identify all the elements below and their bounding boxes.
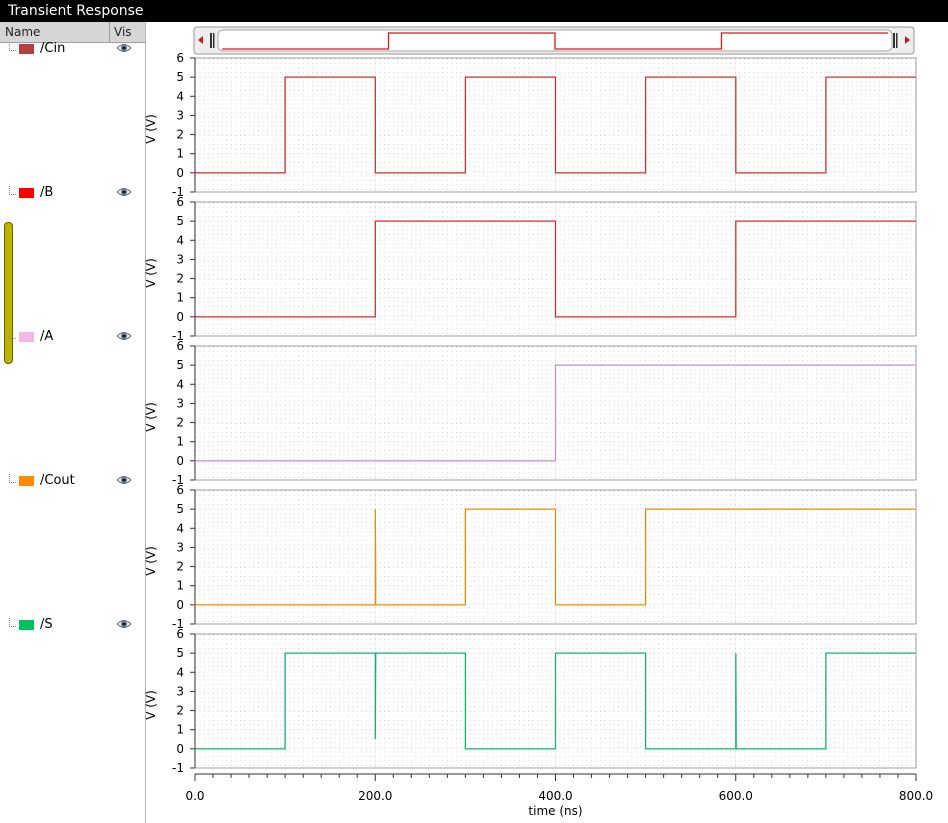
y-tick-label: -1 <box>172 761 184 775</box>
left-handle-bar <box>213 33 215 48</box>
y-tick-label: 2 <box>176 128 184 142</box>
waveform-panel: -10123456V (V) <box>144 339 917 487</box>
x-axis-label: time (ns) <box>528 804 582 818</box>
x-tick-label: 800.0 <box>899 789 933 803</box>
y-tick-label: 5 <box>176 70 184 84</box>
y-tick-label: 4 <box>176 377 184 391</box>
y-tick-label: 0 <box>176 454 184 468</box>
y-tick-label: 3 <box>176 252 184 266</box>
waveform-chart: -10123456V (V)-10123456V (V)-10123456V (… <box>144 26 933 818</box>
y-tick-label: 5 <box>176 646 184 660</box>
y-axis-label: V (V) <box>144 258 158 288</box>
waveform-panel: -10123456V (V) <box>144 51 917 199</box>
x-tick-label: 600.0 <box>719 789 753 803</box>
y-tick-label: 0 <box>176 166 184 180</box>
y-tick-label: 4 <box>176 665 184 679</box>
x-axis: 0.0 200.0 400.0 600.0 800.0 time (ns) <box>185 773 933 818</box>
y-tick-label: 3 <box>176 396 184 410</box>
y-tick-label: 2 <box>176 704 184 718</box>
y-tick-label: 6 <box>176 339 184 353</box>
y-tick-label: 1 <box>176 147 184 161</box>
y-tick-label: 3 <box>176 684 184 698</box>
y-tick-label: 3 <box>176 108 184 122</box>
y-tick-label: 5 <box>176 502 184 516</box>
y-tick-label: 5 <box>176 358 184 372</box>
time-overview-scrollbar <box>193 26 915 55</box>
y-tick-label: 2 <box>176 560 184 574</box>
y-tick-label: 1 <box>176 723 184 737</box>
y-tick-label: 1 <box>176 435 184 449</box>
y-tick-label: 0 <box>176 598 184 612</box>
y-axis-label: V (V) <box>144 402 158 432</box>
x-tick-label: 400.0 <box>538 789 572 803</box>
y-tick-label: 4 <box>176 521 184 535</box>
x-tick-label: 0.0 <box>185 789 204 803</box>
y-tick-label: 4 <box>176 233 184 247</box>
left-handle-bar <box>210 33 212 48</box>
y-tick-label: 4 <box>176 89 184 103</box>
y-tick-label: 3 <box>176 540 184 554</box>
y-axis-label: V (V) <box>144 114 158 144</box>
x-tick-label: 200.0 <box>358 789 392 803</box>
y-tick-label: 0 <box>176 742 184 756</box>
y-axis-label: V (V) <box>144 546 158 576</box>
y-tick-label: 0 <box>176 310 184 324</box>
waveform-panel: -10123456V (V) <box>144 483 917 631</box>
y-tick-label: 6 <box>176 51 184 65</box>
y-tick-label: 5 <box>176 214 184 228</box>
waveform-panel: -10123456V (V) <box>144 195 917 343</box>
y-axis-label: V (V) <box>144 690 158 720</box>
y-tick-label: 1 <box>176 579 184 593</box>
y-tick-label: 2 <box>176 416 184 430</box>
y-tick-label: 1 <box>176 291 184 305</box>
right-handle-bar <box>896 33 898 48</box>
y-tick-label: 6 <box>176 627 184 641</box>
y-tick-label: 2 <box>176 272 184 286</box>
y-tick-label: 6 <box>176 195 184 209</box>
right-handle-bar <box>893 33 895 48</box>
waveform-panel: -1 0 1 2 3 4 5 6 V (V) <box>144 627 917 775</box>
y-tick-label: 6 <box>176 483 184 497</box>
